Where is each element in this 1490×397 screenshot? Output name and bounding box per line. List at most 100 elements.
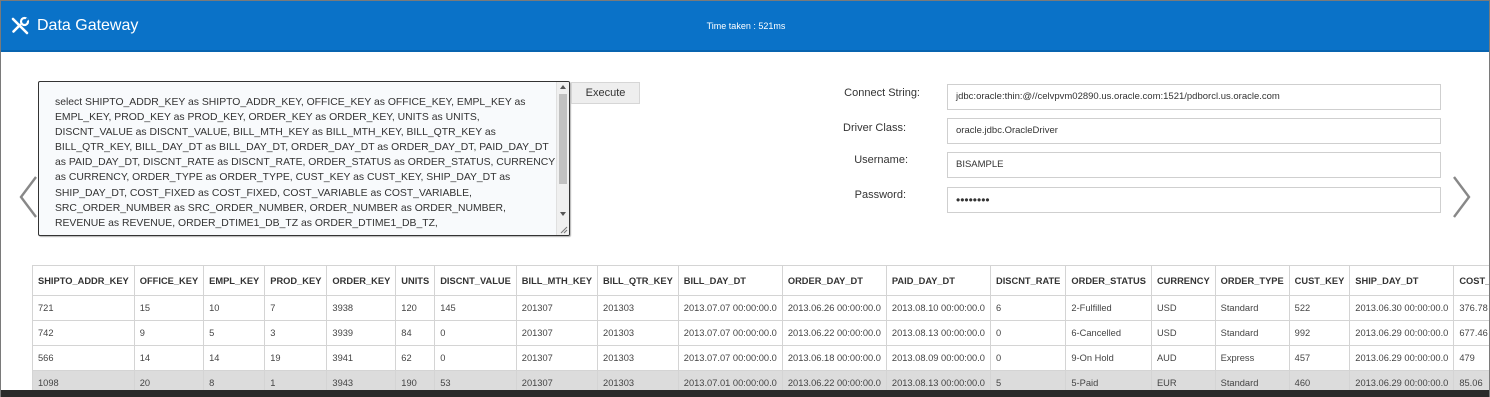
scroll-up-icon[interactable] [560,85,566,89]
column-header[interactable]: COST_ [1453,265,1489,296]
time-taken-label: Time taken : 521ms [706,21,786,31]
table-cell: 742 [32,320,135,346]
table-cell: 10 [203,295,266,321]
table-cell: 19 [264,345,328,371]
table-cell: USD [1150,320,1216,346]
table-cell: 201307 [515,370,599,391]
username-label: Username: [854,154,908,166]
table-cell: 0 [989,345,1067,371]
table-cell: 376.78 [1453,295,1489,321]
chevron-right-icon[interactable] [1451,175,1473,219]
table-row[interactable]: 1098 20 8 1 3943 190 53 201307 201303 2013.07.01 … [32,370,1489,391]
table-cell: 20 [133,370,205,391]
column-header[interactable]: OFFICE_KEY [133,265,205,296]
column-header[interactable]: BILL_MTH_KEY [515,265,599,296]
table-cell: 0 [434,320,517,346]
column-header[interactable]: CURRENCY [1150,265,1216,296]
column-header[interactable]: BILL_DAY_DT [677,265,783,296]
query-text: select SHIPTO_ADDR_KEY as SHIPTO_ADDR_KE… [55,97,555,229]
table-cell: 145 [434,295,517,321]
bottom-bar [1,390,1489,397]
table-cell: 120 [395,295,436,321]
table-cell: 2013.06.26 00:00:00.0 [781,295,887,321]
table-row[interactable]: 721 15 10 7 3938 120 145 201307 201303 2013.07.07… [32,295,1489,321]
table-cell: 6-Cancelled [1065,320,1152,346]
table-cell: 2013.06.30 00:00:00.0 [1349,295,1455,321]
table-cell: 3943 [326,370,397,391]
table-cell: 53 [434,370,517,391]
table-cell: 457 [1288,345,1351,371]
table-cell: 201307 [515,320,599,346]
table-header: SHIPTO_ADDR_KEY OFFICE_KEY EMPL_KEY PROD_KE… [32,265,1489,296]
password-input[interactable]: •••••••• [947,187,1441,213]
column-header[interactable]: PROD_KEY [264,265,328,296]
table-cell: 3939 [326,320,397,346]
table-cell: 460 [1288,370,1351,391]
table-cell: 522 [1288,295,1351,321]
table-cell: 201303 [597,370,679,391]
table-cell: 2013.06.29 00:00:00.0 [1349,370,1455,391]
table-cell: 8 [203,370,266,391]
column-header[interactable]: EMPL_KEY [203,265,266,296]
table-cell: 0 [989,320,1067,346]
table-cell: 9-On Hold [1065,345,1152,371]
query-scrollbar[interactable] [556,82,569,235]
table-cell: 201307 [515,295,599,321]
table-cell: 6 [989,295,1067,321]
table-cell: 15 [133,295,205,321]
column-header[interactable]: SHIPTO_ADDR_KEY [32,265,135,296]
table-cell: 5-Paid [1065,370,1152,391]
table-cell: 3941 [326,345,397,371]
column-header[interactable]: SHIP_DAY_DT [1349,265,1455,296]
table-cell: 566 [32,345,135,371]
username-input[interactable]: BISAMPLE [947,152,1441,178]
scroll-down-icon[interactable] [560,212,566,216]
table-row[interactable]: 742 9 5 3 3939 84 0 201307 201303 2013.07.07 00:0… [32,320,1489,346]
column-header[interactable]: DISCNT_VALUE [434,265,517,296]
table-cell: Standard [1214,370,1290,391]
table-cell: 85.06 [1453,370,1489,391]
table-cell: AUD [1150,345,1216,371]
table-cell: 677.46 [1453,320,1489,346]
results-table: SHIPTO_ADDR_KEY OFFICE_KEY EMPL_KEY PROD_KE… [32,265,1489,391]
column-header[interactable]: DISCNT_RATE [989,265,1067,296]
table-cell: 2013.08.13 00:00:00.0 [885,320,991,346]
results-table-container[interactable]: SHIPTO_ADDR_KEY OFFICE_KEY EMPL_KEY PROD_KE… [32,265,1489,391]
column-header[interactable]: CUST_KEY [1288,265,1351,296]
table-row[interactable]: 566 14 14 19 3941 62 0 201307 201303 2013.07.07 0… [32,345,1489,371]
chevron-left-icon[interactable] [17,175,39,219]
table-cell: 5 [203,320,266,346]
table-cell: Standard [1214,295,1290,321]
column-header[interactable]: BILL_QTR_KEY [597,265,679,296]
driver-class-input[interactable]: oracle.jdbc.OracleDriver [947,118,1441,144]
table-cell: 721 [32,295,135,321]
execute-button[interactable]: Execute [571,82,640,104]
table-cell: 14 [133,345,205,371]
table-cell: 190 [395,370,436,391]
column-header[interactable]: ORDER_KEY [326,265,397,296]
column-header[interactable]: PAID_DAY_DT [885,265,991,296]
table-cell: Standard [1214,320,1290,346]
scroll-thumb[interactable] [559,94,567,184]
table-cell: 84 [395,320,436,346]
table-cell: 201303 [597,345,679,371]
column-header[interactable]: UNITS [395,265,436,296]
table-cell: 0 [434,345,517,371]
table-cell: 201303 [597,320,679,346]
table-cell: 3 [264,320,328,346]
query-textarea[interactable]: select SHIPTO_ADDR_KEY as SHIPTO_ADDR_KE… [38,81,570,236]
table-cell: 2-Fulfilled [1065,295,1152,321]
table-cell: 201303 [597,295,679,321]
table-cell: 2013.06.29 00:00:00.0 [1349,345,1455,371]
table-cell: 2013.07.07 00:00:00.0 [677,320,783,346]
table-cell: 7 [264,295,328,321]
header-row: SHIPTO_ADDR_KEY OFFICE_KEY EMPL_KEY PROD_KE… [32,265,1489,296]
column-header[interactable]: ORDER_DAY_DT [781,265,887,296]
resize-grip-icon[interactable] [559,225,568,234]
column-header[interactable]: ORDER_STATUS [1065,265,1152,296]
table-cell: Express [1214,345,1290,371]
app-header: Data Gateway Time taken : 521ms [1,1,1489,52]
connect-string-input[interactable]: jdbc:oracle:thin:@//celvpvm02890.us.orac… [947,84,1441,110]
column-header[interactable]: ORDER_TYPE [1214,265,1290,296]
password-label: Password: [854,189,906,201]
